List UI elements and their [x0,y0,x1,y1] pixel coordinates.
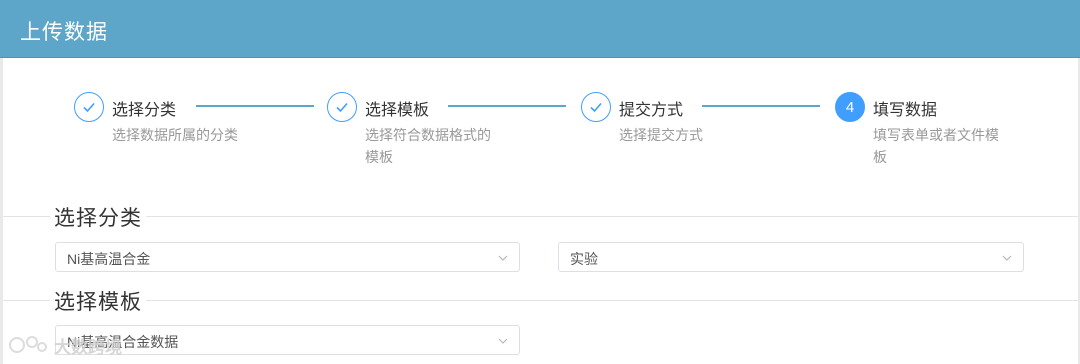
step-connector [448,105,566,107]
category-select[interactable]: Ni基高温合金 [55,242,520,272]
step-description: 填写表单或者文件模板 [873,127,999,165]
step-check-icon [74,92,104,122]
data-type-select[interactable]: 实验 [558,242,1024,272]
step-title: 选择分类 [112,102,177,119]
step-title: 选择模板 [365,102,430,119]
chevron-down-icon [498,255,508,261]
page-title: 上传数据 [20,21,108,44]
section-divider [3,216,1078,217]
step-description: 选择提交方式 [619,127,703,143]
data-type-select-value: 实验 [570,251,598,267]
step-connector [702,105,820,107]
step-title: 提交方式 [619,102,684,119]
section-title-template: 选择模板 [50,286,146,316]
watermark: 大数跨境 [8,330,122,360]
watermark-text: 大数跨境 [54,337,122,357]
step-check-icon [581,92,611,122]
chevron-down-icon [498,338,508,344]
step-description: 选择数据所属的分类 [112,127,238,143]
step-description: 选择符合数据格式的模板 [365,127,491,165]
page-header: 上传数据 [0,0,1080,58]
step-title: 填写数据 [873,102,938,119]
category-select-value: Ni基高温合金 [67,251,151,267]
step-connector [196,105,314,107]
chevron-down-icon [1002,255,1012,261]
template-select[interactable]: Ni基高温合金数据 [55,325,520,355]
step-number-badge: 4 [835,92,865,122]
section-divider [3,300,1078,301]
section-title-category: 选择分类 [50,202,146,232]
watermark-logo-icon [9,336,47,353]
step-check-icon [327,92,357,122]
